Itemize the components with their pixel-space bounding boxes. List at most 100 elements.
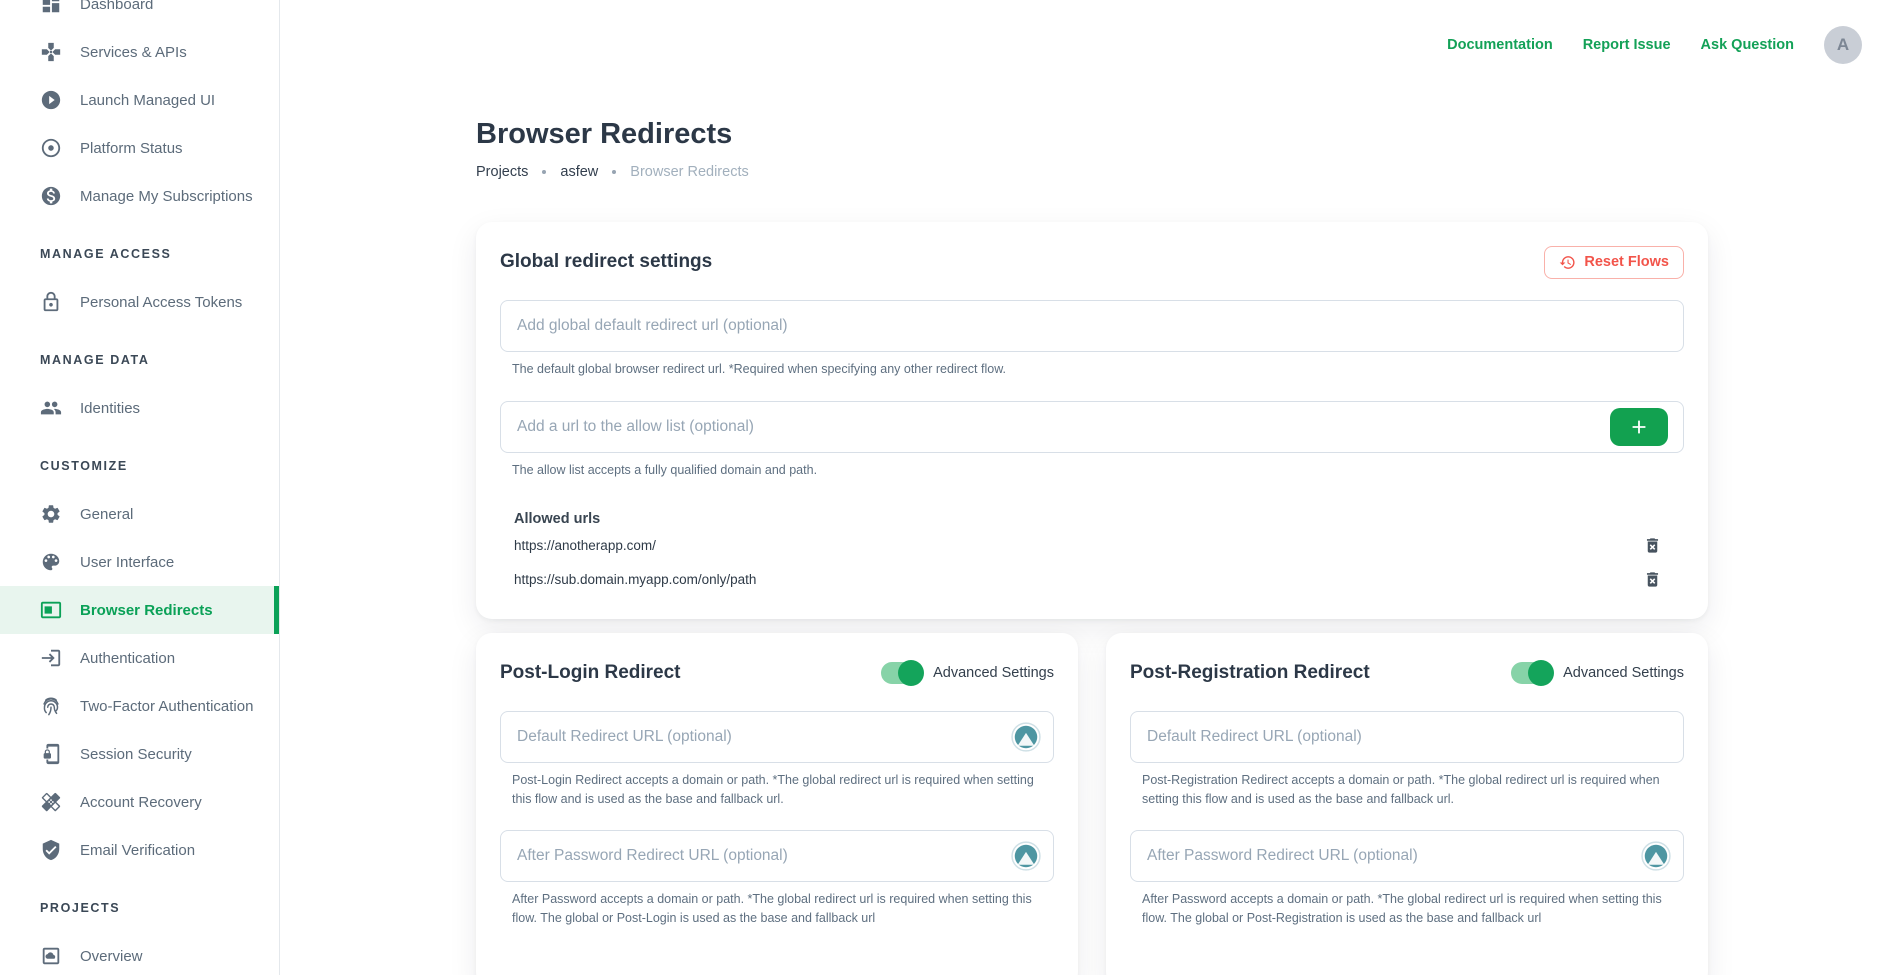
subscriptions-dollar-icon — [40, 185, 62, 207]
history-icon — [1559, 254, 1576, 271]
sidebar-item-label: Launch Managed UI — [80, 92, 215, 109]
sidebar-item-manage-subscriptions[interactable]: Manage My Subscriptions — [0, 172, 279, 220]
breadcrumb-separator — [612, 170, 616, 174]
sidebar-item-email-verification[interactable]: Email Verification — [0, 826, 279, 874]
advanced-settings-toggle[interactable] — [1511, 662, 1551, 684]
sidebar-item-two-factor[interactable]: Two-Factor Authentication — [0, 682, 279, 730]
post-registration-advanced-settings: Advanced Settings — [1511, 662, 1684, 684]
sidebar-item-general[interactable]: General — [0, 490, 279, 538]
breadcrumb-projects[interactable]: Projects — [476, 164, 528, 180]
global-card-title: Global redirect settings — [500, 251, 712, 273]
sidebar-item-user-interface[interactable]: User Interface — [0, 538, 279, 586]
sidebar-item-label: Session Security — [80, 746, 192, 763]
sidebar-item-session-security[interactable]: Session Security — [0, 730, 279, 778]
shield-check-icon — [40, 839, 62, 861]
sidebar-item-label: User Interface — [80, 554, 174, 571]
reset-flows-button[interactable]: Reset Flows — [1544, 246, 1684, 279]
breadcrumb-project-name[interactable]: asfew — [560, 164, 598, 180]
post-registration-after-password-input[interactable] — [1130, 830, 1684, 882]
breadcrumb-separator — [542, 170, 546, 174]
sidebar-item-label: Platform Status — [80, 140, 183, 157]
sidebar-item-label: Dashboard — [80, 0, 153, 13]
sidebar-item-launch-managed-ui[interactable]: Launch Managed UI — [0, 76, 279, 124]
toggle-knob — [1528, 660, 1554, 686]
post-registration-header: Post-Registration Redirect Advanced Sett… — [1130, 657, 1684, 689]
browser-window-icon — [40, 599, 62, 621]
post-login-after-password-input[interactable] — [500, 830, 1054, 882]
post-registration-default-helper: Post-Registration Redirect accepts a dom… — [1142, 771, 1684, 810]
global-default-url-input[interactable] — [500, 300, 1684, 352]
post-login-header: Post-Login Redirect Advanced Settings — [500, 657, 1054, 689]
add-url-button[interactable] — [1610, 408, 1668, 446]
allowed-url-value: https://sub.domain.myapp.com/only/path — [514, 572, 756, 587]
mountain-badge-icon[interactable] — [1011, 722, 1041, 752]
advanced-settings-toggle[interactable] — [881, 662, 921, 684]
sidebar-item-label: Identities — [80, 400, 140, 417]
post-login-default-helper: Post-Login Redirect accepts a domain or … — [512, 771, 1054, 810]
global-card-header: Global redirect settings Reset Flows — [500, 246, 1684, 278]
documentation-link[interactable]: Documentation — [1447, 37, 1553, 53]
delete-url-button[interactable] — [1641, 534, 1664, 557]
post-registration-title: Post-Registration Redirect — [1130, 662, 1370, 684]
main-area: Documentation Report Issue Ask Question … — [280, 0, 1904, 975]
phone-lock-icon — [40, 743, 62, 765]
sidebar-nav: Dashboard Services & APIs Launch Managed… — [0, 0, 279, 975]
sidebar-item-label: Overview — [80, 948, 143, 965]
post-login-after-password-row — [500, 830, 1054, 882]
cloud-box-icon — [40, 945, 62, 967]
allowed-url-row: https://anotherapp.com/ — [500, 531, 1684, 561]
global-default-url-helper: The default global browser redirect url.… — [512, 360, 1684, 379]
people-icon — [40, 397, 62, 419]
healing-icon — [40, 791, 62, 813]
post-login-title: Post-Login Redirect — [500, 662, 681, 684]
allow-list-helper: The allow list accepts a fully qualified… — [512, 461, 1684, 480]
sidebar-item-label: General — [80, 506, 133, 523]
advanced-settings-label: Advanced Settings — [933, 665, 1054, 681]
sidebar-section-manage-access: MANAGE ACCESS — [0, 230, 279, 278]
sidebar-item-personal-access-tokens[interactable]: Personal Access Tokens — [0, 278, 279, 326]
global-redirect-settings-card: Global redirect settings Reset Flows The… — [476, 222, 1708, 619]
sidebar-item-label: Authentication — [80, 650, 175, 667]
sidebar-item-label: Services & APIs — [80, 44, 187, 61]
post-login-redirect-card: Post-Login Redirect Advanced Settings Po… — [476, 633, 1078, 975]
ask-question-link[interactable]: Ask Question — [1701, 37, 1794, 53]
advanced-settings-label: Advanced Settings — [1563, 665, 1684, 681]
sidebar-item-identities[interactable]: Identities — [0, 384, 279, 432]
post-login-after-password-helper: After Password accepts a domain or path.… — [512, 890, 1054, 929]
trash-icon — [1643, 570, 1662, 589]
sidebar-section-projects: PROJECTS — [0, 884, 279, 932]
toggle-knob — [898, 660, 924, 686]
post-login-advanced-settings: Advanced Settings — [881, 662, 1054, 684]
delete-url-button[interactable] — [1641, 568, 1664, 591]
mountain-badge-icon[interactable] — [1011, 841, 1041, 871]
allowed-url-row: https://sub.domain.myapp.com/only/path — [500, 565, 1684, 595]
fingerprint-icon — [40, 695, 62, 717]
flow-cards: Post-Login Redirect Advanced Settings Po… — [476, 633, 1708, 975]
sidebar-item-overview[interactable]: Overview — [0, 932, 279, 975]
post-registration-default-url-input[interactable] — [1130, 711, 1684, 763]
sidebar-section-customize: CUSTOMIZE — [0, 442, 279, 490]
sidebar-item-browser-redirects[interactable]: Browser Redirects — [0, 586, 279, 634]
sidebar-item-dashboard[interactable]: Dashboard — [0, 0, 279, 28]
breadcrumb: Projects asfew Browser Redirects — [476, 164, 1708, 180]
sidebar-section-manage-data: MANAGE DATA — [0, 336, 279, 384]
post-login-default-url-row — [500, 711, 1054, 763]
sidebar-item-services-apis[interactable]: Services & APIs — [0, 28, 279, 76]
plus-icon — [1628, 416, 1650, 438]
allow-list-url-input[interactable] — [500, 401, 1684, 453]
sidebar-item-account-recovery[interactable]: Account Recovery — [0, 778, 279, 826]
allowed-url-value: https://anotherapp.com/ — [514, 538, 656, 553]
platform-status-icon — [40, 137, 62, 159]
sidebar: Dashboard Services & APIs Launch Managed… — [0, 0, 280, 975]
avatar[interactable]: A — [1824, 26, 1862, 64]
page-title: Browser Redirects — [476, 118, 1708, 151]
allowed-urls-title: Allowed urls — [514, 511, 1684, 527]
mountain-badge-icon[interactable] — [1641, 841, 1671, 871]
post-login-default-url-input[interactable] — [500, 711, 1054, 763]
sidebar-item-label: Two-Factor Authentication — [80, 698, 253, 715]
sidebar-item-label: Account Recovery — [80, 794, 202, 811]
play-circle-icon — [40, 89, 62, 111]
sidebar-item-authentication[interactable]: Authentication — [0, 634, 279, 682]
sidebar-item-platform-status[interactable]: Platform Status — [0, 124, 279, 172]
report-issue-link[interactable]: Report Issue — [1583, 37, 1671, 53]
